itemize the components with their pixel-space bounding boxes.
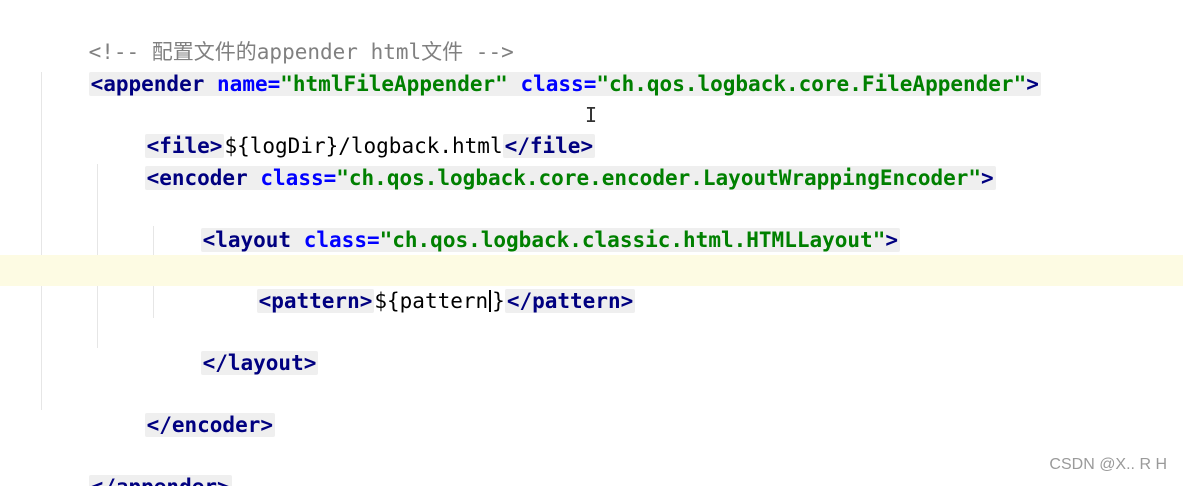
csdn-watermark: CSDN @X.. R H xyxy=(1049,456,1167,473)
code-line-encoder-open[interactable]: <encoder class="ch.qos.logback.core.enco… xyxy=(0,132,1183,190)
pattern-text-after-caret: } xyxy=(492,289,505,313)
appender-close-tag: </appender> xyxy=(91,475,230,486)
layout-class-attr: class= xyxy=(303,228,380,252)
code-line-encoder-close[interactable]: </encoder> xyxy=(0,379,1183,437)
code-line-comment[interactable]: <!-- 配置文件的appender html文件 --> xyxy=(0,6,1183,64)
code-line-layout-open[interactable]: <layout class="ch.qos.logback.classic.ht… xyxy=(0,194,1183,252)
pattern-text-before-caret: ${pattern xyxy=(374,289,489,313)
layout-close-tag: </layout> xyxy=(202,351,317,375)
encoder-open-close-bracket: > xyxy=(981,166,994,190)
mouse-ibeam-cursor-icon: I xyxy=(585,103,598,127)
encoder-class-value: "ch.qos.logback.core.encoder.LayoutWrapp… xyxy=(336,166,982,190)
encoder-class-attr: class= xyxy=(260,166,337,190)
pattern-close-tag: </pattern> xyxy=(506,289,634,313)
encoder-open-tag: <encoder xyxy=(146,166,248,190)
layout-class-value: "ch.qos.logback.classic.html.HTMLLayout" xyxy=(379,228,886,252)
code-line-appender-open[interactable]: <appender name="htmlFileAppender" class=… xyxy=(0,38,1183,96)
appender-open-close-bracket: > xyxy=(1026,72,1039,96)
encoder-close-tag: </encoder> xyxy=(146,413,274,437)
pattern-open-tag: <pattern> xyxy=(258,289,373,313)
layout-open-close-bracket: > xyxy=(885,228,898,252)
appender-class-attr: class= xyxy=(520,72,597,96)
appender-class-value: "ch.qos.logback.core.FileAppender" xyxy=(596,72,1027,96)
appender-name-attr: name= xyxy=(217,72,281,96)
appender-open-tag: <appender xyxy=(90,72,205,96)
code-line-appender-close[interactable]: </appender> xyxy=(0,441,1183,486)
code-editor[interactable]: <!-- 配置文件的appender html文件 --> <appender … xyxy=(0,0,1183,486)
layout-open-tag: <layout xyxy=(202,228,292,252)
code-line-layout-close[interactable]: </layout> xyxy=(0,317,1183,375)
appender-name-value: "htmlFileAppender" xyxy=(280,72,508,96)
text-caret xyxy=(489,290,492,312)
code-line-pattern-current[interactable]: <pattern>${pattern}</pattern> xyxy=(0,255,1183,313)
